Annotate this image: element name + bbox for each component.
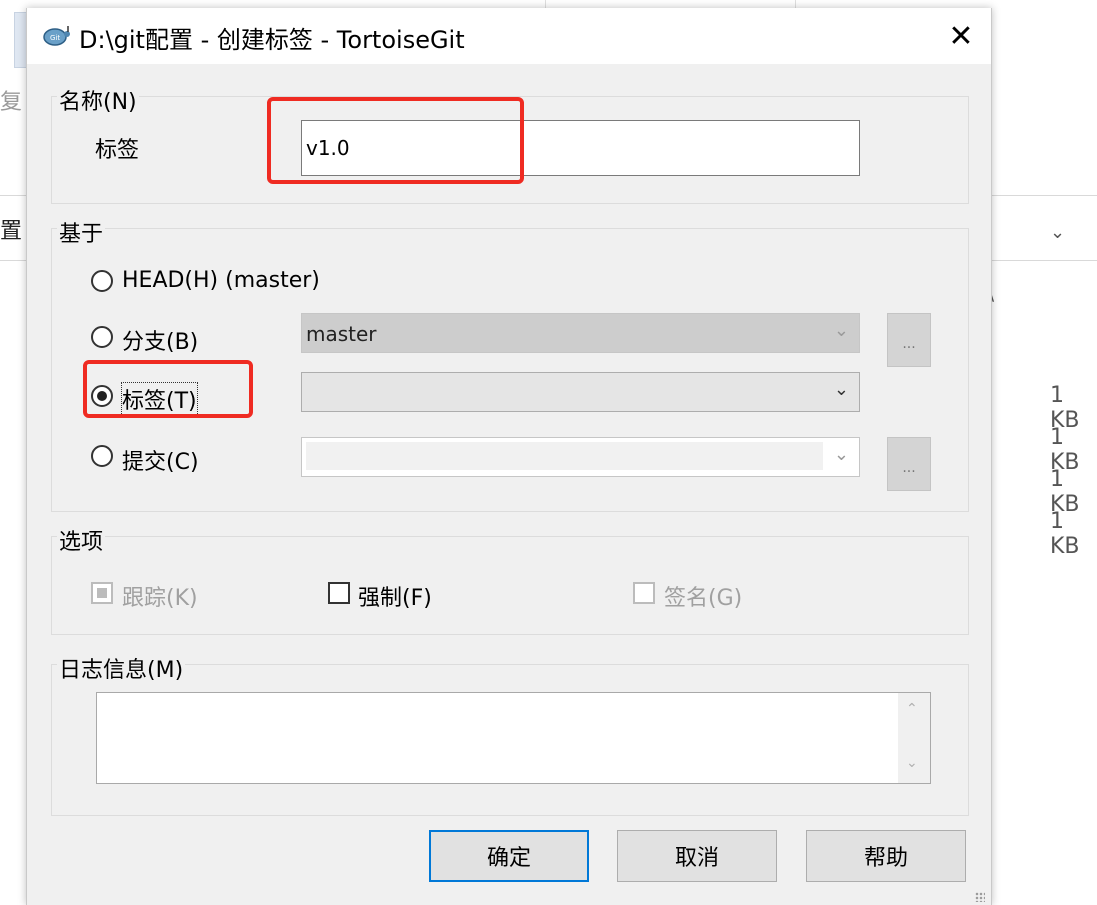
- create-tag-dialog: Git D:\git配置 - 创建标签 - TortoiseGit ✕ 名称(N…: [26, 8, 992, 905]
- sign-checkbox: [633, 582, 655, 604]
- sign-checkbox-label: 签名(G): [664, 586, 743, 611]
- log-message-textarea[interactable]: ⌃ ⌄: [96, 692, 931, 784]
- tag-select[interactable]: ⌄: [301, 372, 860, 412]
- explorer-ribbon-text: 复: [0, 90, 23, 115]
- base-group-label: 基于: [57, 216, 106, 248]
- svg-text:Git: Git: [50, 34, 60, 42]
- name-group-label: 名称(N): [57, 84, 139, 116]
- force-checkbox-label[interactable]: 强制(F): [358, 580, 432, 612]
- log-group-label: 日志信息(M): [57, 652, 186, 684]
- commit-radio-label[interactable]: 提交(C): [122, 444, 199, 476]
- browse-branch-button: ...: [887, 313, 931, 367]
- options-group-label: 选项: [57, 524, 106, 556]
- title-bar[interactable]: Git D:\git配置 - 创建标签 - TortoiseGit ✕: [27, 8, 991, 64]
- track-checkbox: [91, 582, 113, 604]
- commit-input: ⌄: [301, 437, 860, 477]
- highlight-annotation: [83, 360, 253, 418]
- scroll-down-icon[interactable]: ⌄: [906, 755, 918, 771]
- force-checkbox[interactable]: [328, 582, 350, 604]
- head-radio-label[interactable]: HEAD(H) (master): [122, 268, 320, 293]
- log-message-text: [97, 693, 930, 701]
- help-button[interactable]: 帮助: [806, 830, 966, 882]
- branch-select-value: master: [306, 322, 377, 346]
- close-button[interactable]: ✕: [931, 8, 991, 64]
- chevron-down-icon[interactable]: ⌄: [1050, 222, 1065, 243]
- dialog-title: D:\git配置 - 创建标签 - TortoiseGit: [79, 26, 465, 54]
- commit-radio[interactable]: [91, 445, 113, 467]
- branch-select: master ⌄: [301, 313, 860, 353]
- chevron-down-icon: ⌄: [833, 320, 849, 341]
- cancel-button[interactable]: 取消: [617, 830, 777, 882]
- file-size: 1 KB: [1050, 509, 1080, 559]
- close-icon: ✕: [948, 18, 974, 54]
- resize-grip[interactable]: [975, 892, 985, 902]
- track-checkbox-label: 跟踪(K): [122, 586, 198, 611]
- ok-button[interactable]: 确定: [429, 830, 589, 882]
- branch-radio[interactable]: [91, 326, 113, 348]
- commit-input-field: [306, 442, 823, 470]
- branch-radio-label[interactable]: 分支(B): [122, 324, 198, 356]
- explorer-address-text: 置: [0, 219, 23, 244]
- tortoisegit-icon: Git: [43, 26, 70, 46]
- scroll-up-icon[interactable]: ⌃: [906, 701, 918, 717]
- highlight-annotation: [267, 97, 524, 184]
- browse-commit-button: ...: [887, 437, 931, 491]
- head-radio[interactable]: [91, 270, 113, 292]
- chevron-down-icon: ⌄: [833, 444, 849, 465]
- tag-name-label: 标签: [95, 138, 140, 163]
- log-scrollbar[interactable]: ⌃ ⌄: [898, 693, 930, 783]
- chevron-down-icon: ⌄: [833, 379, 849, 400]
